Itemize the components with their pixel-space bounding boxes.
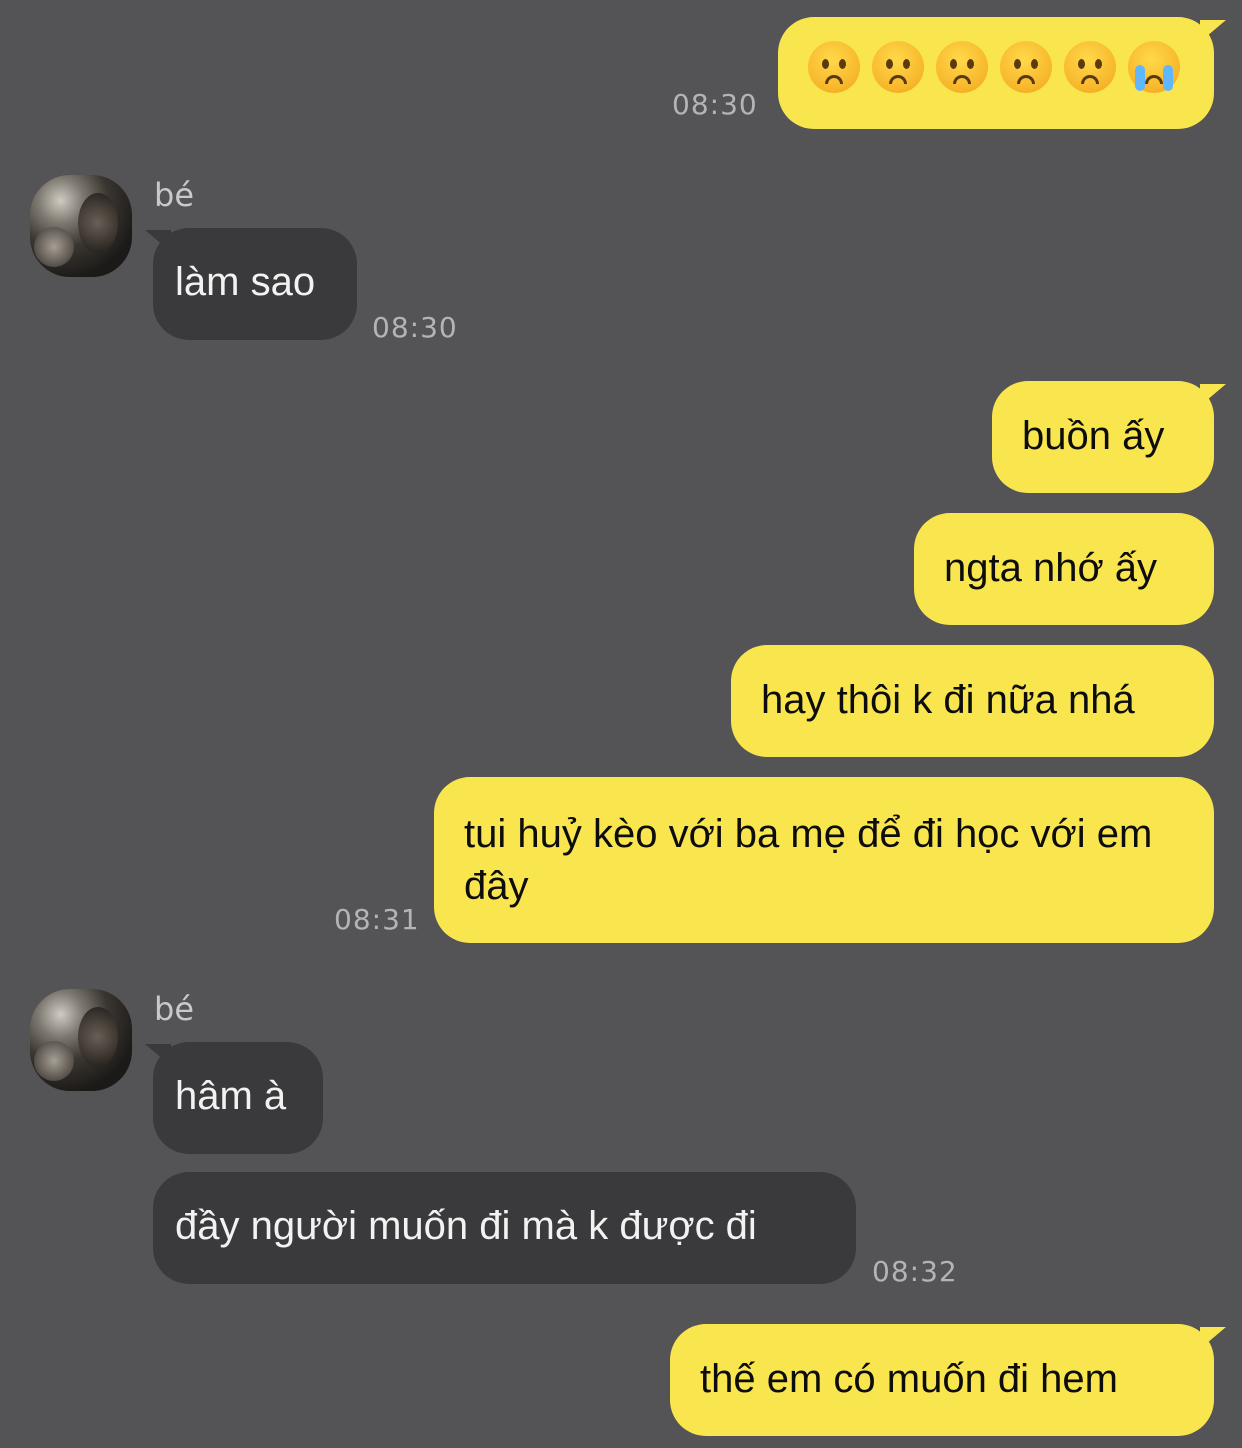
message-bubble-incoming[interactable]: hâm à — [153, 1042, 323, 1154]
worried-face-icon — [1000, 41, 1052, 93]
weary-face-icon — [872, 41, 924, 93]
message-time: 08:31 — [334, 903, 420, 936]
pensive-face-icon — [1064, 41, 1116, 93]
bubble-tail — [1200, 1327, 1226, 1349]
bubble-tail — [1200, 384, 1226, 406]
message-bubble-incoming[interactable]: làm sao — [153, 228, 357, 340]
message-bubble-outgoing[interactable]: buồn ấy — [992, 381, 1214, 493]
anxious-face-icon — [808, 41, 860, 93]
message-bubble-outgoing[interactable]: ngta nhớ ấy — [914, 513, 1214, 625]
avatar[interactable] — [30, 989, 132, 1091]
emoji-row — [808, 41, 1184, 93]
message-bubble-outgoing[interactable]: hay thôi k đi nữa nhá — [731, 645, 1214, 757]
message-bubble-outgoing[interactable] — [778, 17, 1214, 129]
message-bubble-outgoing[interactable]: tui huỷ kèo với ba mẹ để đi học với em đ… — [434, 777, 1214, 943]
message-time: 08:32 — [872, 1255, 958, 1288]
bubble-tail — [1200, 20, 1226, 42]
loudly-crying-face-icon — [1128, 41, 1180, 93]
message-time: 08:30 — [672, 88, 758, 121]
avatar[interactable] — [30, 175, 132, 277]
persevering-face-icon — [936, 41, 988, 93]
message-bubble-outgoing[interactable]: thế em có muốn đi hem — [670, 1324, 1214, 1436]
message-bubble-incoming[interactable]: đầy người muốn đi mà k được đi — [153, 1172, 856, 1284]
chat-thread: 08:30 bé làm sao 08:30 buồn ấy ngta nhớ … — [0, 0, 1242, 1448]
message-time: 08:30 — [372, 311, 458, 344]
sender-name: bé — [154, 990, 194, 1028]
sender-name: bé — [154, 176, 194, 214]
